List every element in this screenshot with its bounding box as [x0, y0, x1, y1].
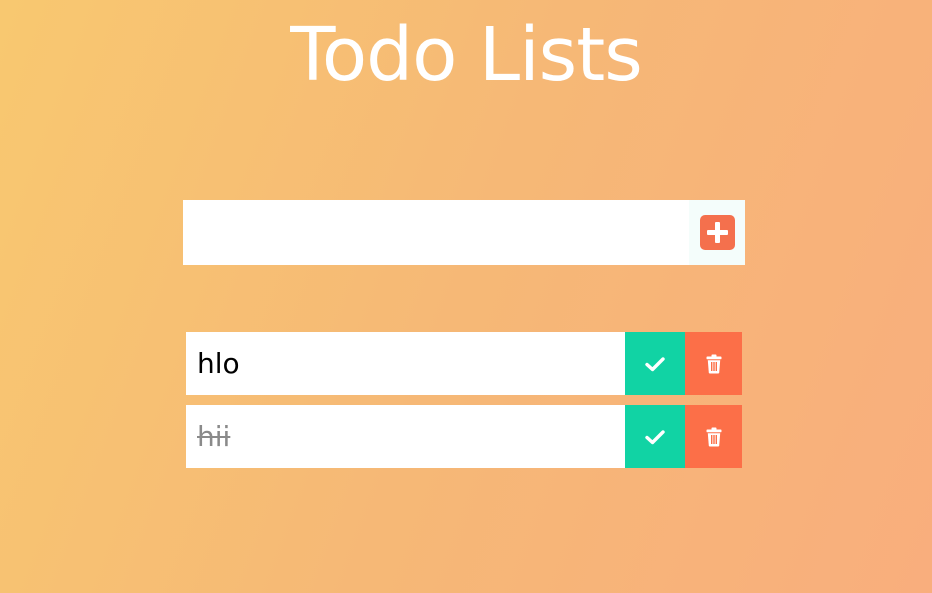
todo-item-text: hii: [197, 420, 231, 453]
complete-button[interactable]: [625, 405, 685, 468]
trash-icon: [706, 354, 722, 374]
todo-item: hlo: [186, 332, 742, 395]
todo-list: hlo hii: [186, 332, 742, 478]
delete-button[interactable]: [685, 332, 742, 395]
trash-icon: [706, 427, 722, 447]
add-todo-button[interactable]: [689, 200, 745, 265]
complete-button[interactable]: [625, 332, 685, 395]
add-todo-form: [183, 200, 745, 265]
check-icon: [645, 429, 665, 445]
todo-input[interactable]: [183, 200, 689, 265]
todo-item-text: hlo: [197, 347, 240, 380]
plus-icon: [699, 215, 735, 250]
todo-item: hii: [186, 405, 742, 468]
check-icon: [645, 356, 665, 372]
page-title: Todo Lists: [290, 12, 643, 98]
delete-button[interactable]: [685, 405, 742, 468]
